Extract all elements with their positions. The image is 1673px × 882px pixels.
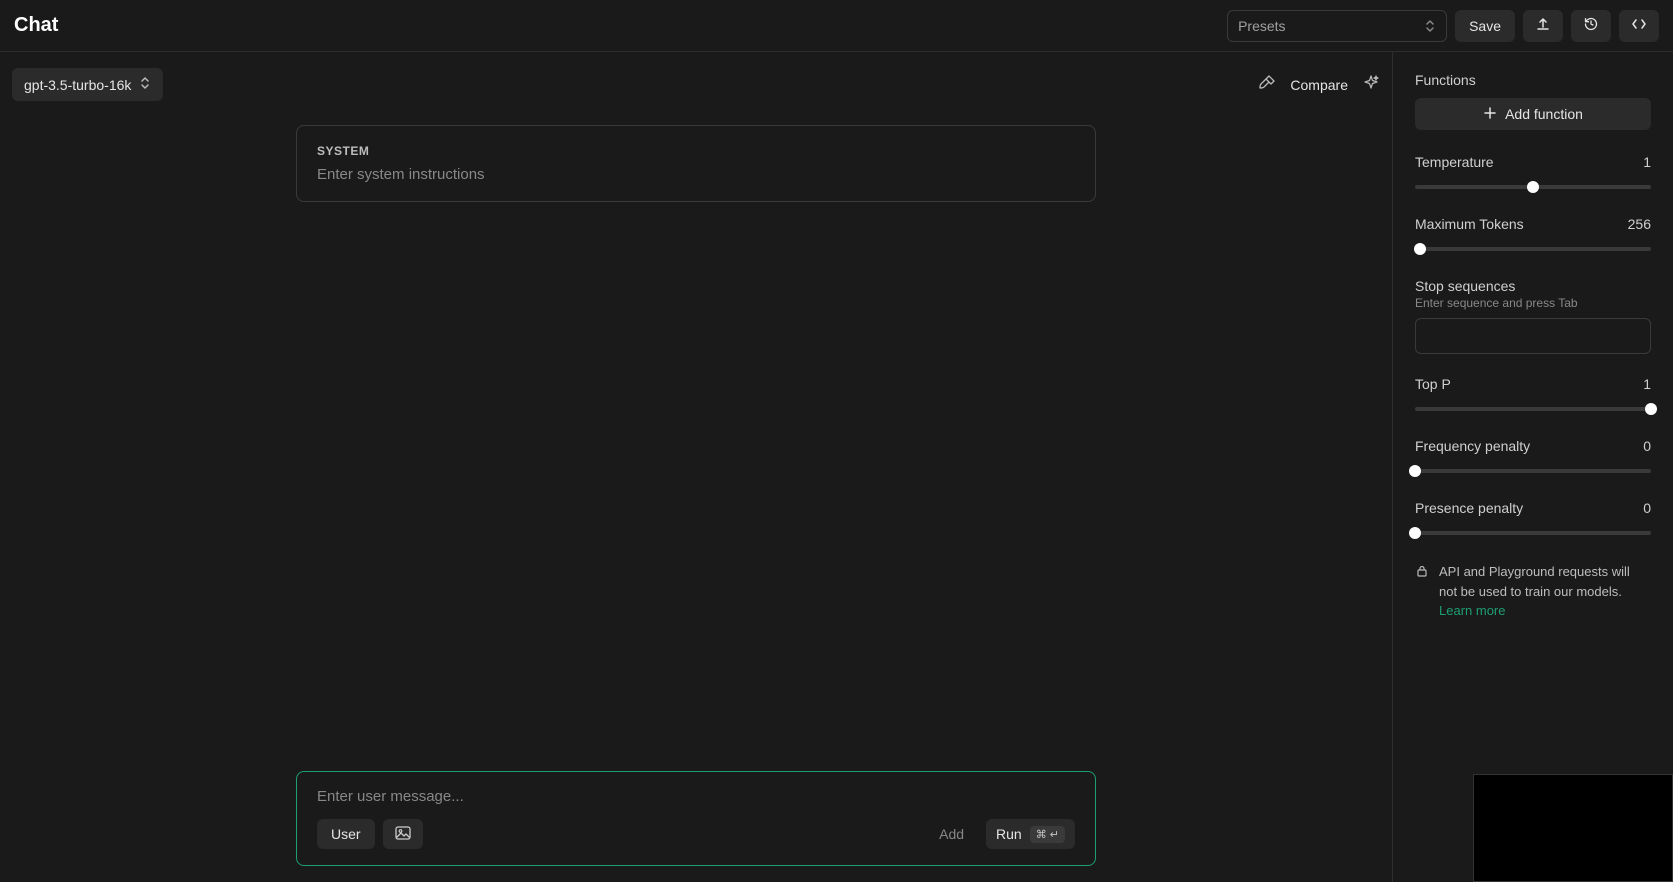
- save-button[interactable]: Save: [1455, 10, 1515, 42]
- pres-penalty-value: 0: [1643, 500, 1651, 516]
- max-tokens-slider[interactable]: [1415, 242, 1651, 256]
- pres-penalty-label: Presence penalty: [1415, 500, 1523, 516]
- temperature-slider[interactable]: [1415, 180, 1651, 194]
- role-user-button[interactable]: User: [317, 819, 375, 849]
- add-function-label: Add function: [1505, 106, 1583, 122]
- overlay-box: [1473, 774, 1673, 882]
- pres-penalty-slider[interactable]: [1415, 526, 1651, 540]
- presets-select[interactable]: Presets: [1227, 10, 1447, 42]
- run-label: Run: [996, 826, 1022, 842]
- header: Chat Presets Save: [0, 0, 1673, 52]
- system-box: SYSTEM: [296, 125, 1096, 202]
- freq-penalty-label: Frequency penalty: [1415, 438, 1530, 454]
- broom-icon[interactable]: [1258, 74, 1276, 95]
- temperature-value: 1: [1643, 154, 1651, 170]
- stop-seq-input[interactable]: [1415, 318, 1651, 354]
- page-title: Chat: [14, 14, 58, 37]
- upload-button[interactable]: [1523, 10, 1563, 42]
- add-function-button[interactable]: Add function: [1415, 98, 1651, 130]
- add-message-button[interactable]: Add: [925, 819, 978, 849]
- chat-area: gpt-3.5-turbo-16k Compare SYSTEM: [0, 52, 1393, 882]
- attach-image-button[interactable]: [383, 819, 423, 849]
- code-icon: [1631, 16, 1647, 35]
- freq-penalty-value: 0: [1643, 438, 1651, 454]
- user-input[interactable]: [317, 788, 1075, 805]
- compare-button[interactable]: Compare: [1290, 77, 1348, 93]
- history-button[interactable]: [1571, 10, 1611, 42]
- notice-text: API and Playground requests will not be …: [1439, 564, 1630, 599]
- learn-more-link[interactable]: Learn more: [1439, 603, 1505, 618]
- stop-seq-hint: Enter sequence and press Tab: [1415, 296, 1651, 310]
- temperature-label: Temperature: [1415, 154, 1494, 170]
- top-p-slider[interactable]: [1415, 402, 1651, 416]
- freq-penalty-slider[interactable]: [1415, 464, 1651, 478]
- user-message-box: User Add Run ⌘ ↵: [296, 771, 1096, 866]
- code-button[interactable]: [1619, 10, 1659, 42]
- max-tokens-label: Maximum Tokens: [1415, 216, 1524, 232]
- sparkle-icon[interactable]: [1362, 74, 1380, 95]
- chevron-updown-icon: [139, 76, 151, 93]
- image-icon: [394, 824, 412, 845]
- plus-icon: [1483, 106, 1497, 123]
- history-icon: [1583, 16, 1599, 35]
- top-p-label: Top P: [1415, 376, 1451, 392]
- upload-icon: [1535, 16, 1551, 35]
- system-input[interactable]: [317, 166, 1075, 183]
- parameters-sidebar: Functions Add function Temperature 1 Max…: [1393, 52, 1673, 882]
- system-label: SYSTEM: [317, 144, 1075, 158]
- model-selector[interactable]: gpt-3.5-turbo-16k: [12, 68, 163, 101]
- presets-placeholder: Presets: [1238, 18, 1285, 34]
- stop-seq-label: Stop sequences: [1415, 278, 1651, 294]
- privacy-notice: API and Playground requests will not be …: [1415, 562, 1651, 621]
- model-name: gpt-3.5-turbo-16k: [24, 77, 131, 93]
- top-p-value: 1: [1643, 376, 1651, 392]
- lock-icon: [1415, 564, 1429, 621]
- chevron-updown-icon: [1424, 19, 1436, 33]
- functions-label: Functions: [1415, 72, 1651, 88]
- run-shortcut: ⌘ ↵: [1030, 826, 1065, 843]
- run-button[interactable]: Run ⌘ ↵: [986, 819, 1075, 849]
- max-tokens-value: 256: [1628, 216, 1651, 232]
